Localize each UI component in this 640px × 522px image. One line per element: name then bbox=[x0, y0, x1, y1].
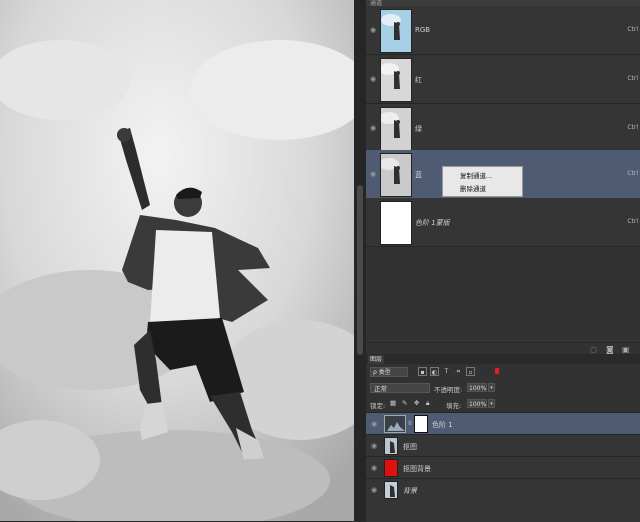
canvas-image bbox=[0, 0, 354, 521]
channel-shortcut: Ctrl bbox=[627, 170, 638, 177]
channel-name: 绿 bbox=[415, 125, 422, 133]
visibility-eye-icon[interactable]: ◉ bbox=[370, 26, 376, 34]
filter-toggle-icon[interactable] bbox=[495, 368, 499, 374]
document-canvas[interactable] bbox=[0, 0, 354, 521]
layer-row-cutout[interactable]: ◉ 抠图 bbox=[366, 434, 640, 457]
channel-row-red[interactable]: ◉ 红 Ctrl bbox=[366, 55, 640, 104]
channel-name: 红 bbox=[415, 76, 422, 84]
lock-image-icon[interactable]: ✎ bbox=[402, 399, 407, 407]
fill-field[interactable]: 100% bbox=[467, 399, 487, 408]
adjustment-layer-icon bbox=[384, 415, 406, 433]
tab-layers[interactable]: 图层 bbox=[368, 355, 384, 364]
channel-thumbnail bbox=[380, 201, 412, 245]
lock-all-icon[interactable]: 🔒︎ bbox=[426, 399, 429, 408]
layer-thumbnail bbox=[384, 481, 398, 499]
channel-name: RGB bbox=[415, 26, 431, 34]
layer-name: 抠图背景 bbox=[403, 465, 431, 473]
lock-transparent-icon[interactable]: ▦ bbox=[390, 399, 396, 407]
layer-mask-thumbnail[interactable] bbox=[414, 415, 428, 433]
layer-kind-filter[interactable]: ρ 类型 bbox=[370, 367, 408, 377]
visibility-eye-icon[interactable]: ◉ bbox=[371, 486, 377, 494]
fill-label: 填充: bbox=[446, 402, 462, 410]
channel-row-green[interactable]: ◉ 绿 Ctrl bbox=[366, 104, 640, 153]
adjustment-filter-icon[interactable]: ◐ bbox=[430, 367, 439, 376]
channel-row-rgb[interactable]: ◉ RGB Ctrl bbox=[366, 6, 640, 55]
layers-filter-toolbar: ρ 类型 ▪ ◐ T ⌗ ▫ bbox=[366, 364, 640, 380]
channel-name: 蓝 bbox=[415, 171, 422, 179]
layer-row-background[interactable]: ◉ 背景 bbox=[366, 478, 640, 522]
shape-filter-icon[interactable]: ⌗ bbox=[454, 367, 463, 376]
type-filter-icon[interactable]: T bbox=[442, 367, 451, 376]
visibility-eye-icon[interactable]: ◉ bbox=[371, 464, 377, 472]
layer-thumbnail bbox=[384, 437, 398, 455]
new-channel-icon[interactable]: ▣ bbox=[622, 345, 630, 354]
layer-name: 抠图 bbox=[403, 443, 417, 451]
delete-channel-menu-item[interactable]: 删除通道 bbox=[460, 183, 486, 193]
layers-lock-row: 锁定: ▦ ✎ ✥ 🔒︎ 填充: 100% ▾ bbox=[366, 396, 640, 412]
fill-slider-toggle[interactable]: ▾ bbox=[488, 399, 495, 408]
channel-thumbnail bbox=[379, 153, 412, 197]
layers-blend-row: 正常 不透明度: 100% ▾ bbox=[366, 380, 640, 396]
channel-row-mask[interactable]: 色阶 1蒙版 Ctrl bbox=[366, 198, 640, 247]
save-selection-icon[interactable]: ◙ bbox=[606, 345, 614, 354]
visibility-eye-icon[interactable]: ◉ bbox=[371, 442, 377, 450]
load-selection-icon[interactable]: ◌ bbox=[590, 345, 597, 354]
channel-name: 色阶 1蒙版 bbox=[415, 219, 450, 227]
smart-object-filter-icon[interactable]: ▫ bbox=[466, 367, 475, 376]
lock-label: 锁定: bbox=[370, 402, 386, 410]
visibility-eye-icon[interactable]: ◉ bbox=[371, 420, 377, 428]
right-panel: 通道 ◉ RGB Ctrl ◉ 红 Ctrl ◉ 绿 Ctrl ◉ 蓝 Ctrl bbox=[366, 0, 640, 522]
duplicate-channel-menu-item[interactable]: 复制通道... bbox=[460, 170, 492, 180]
channel-shortcut: Ctrl bbox=[627, 75, 638, 82]
opacity-label: 不透明度: bbox=[434, 386, 463, 394]
lock-position-icon[interactable]: ✥ bbox=[414, 399, 419, 407]
channel-shortcut: Ctrl bbox=[627, 218, 638, 225]
layers-tab-bar: 图层 bbox=[366, 354, 640, 364]
channel-shortcut: Ctrl bbox=[627, 26, 638, 33]
channel-context-menu: 复制通道... 删除通道 bbox=[442, 166, 523, 197]
layer-thumbnail bbox=[384, 459, 398, 477]
visibility-eye-icon[interactable]: ◉ bbox=[370, 170, 376, 178]
opacity-slider-toggle[interactable]: ▾ bbox=[488, 383, 495, 392]
canvas-vertical-scrollbar[interactable] bbox=[354, 0, 366, 521]
channel-thumbnail bbox=[379, 107, 412, 151]
layer-row-levels[interactable]: ◉ 8 色阶 1 bbox=[366, 412, 640, 435]
mask-link-icon[interactable]: 8 bbox=[408, 420, 412, 427]
channel-thumbnail bbox=[380, 9, 412, 53]
layer-name: 背景 bbox=[403, 487, 417, 495]
channel-shortcut: Ctrl bbox=[627, 124, 638, 131]
scrollbar-thumb[interactable] bbox=[357, 185, 363, 355]
visibility-eye-icon[interactable]: ◉ bbox=[370, 75, 376, 83]
layer-name: 色阶 1 bbox=[432, 421, 453, 429]
blend-mode-select[interactable]: 正常 bbox=[370, 383, 430, 393]
opacity-field[interactable]: 100% bbox=[467, 383, 487, 392]
pixel-filter-icon[interactable]: ▪ bbox=[418, 367, 427, 376]
visibility-eye-icon[interactable]: ◉ bbox=[370, 124, 376, 132]
layer-row-cutout-background[interactable]: ◉ 抠图背景 bbox=[366, 456, 640, 479]
channel-thumbnail bbox=[379, 58, 412, 102]
channel-thumbnail-image bbox=[381, 10, 411, 52]
